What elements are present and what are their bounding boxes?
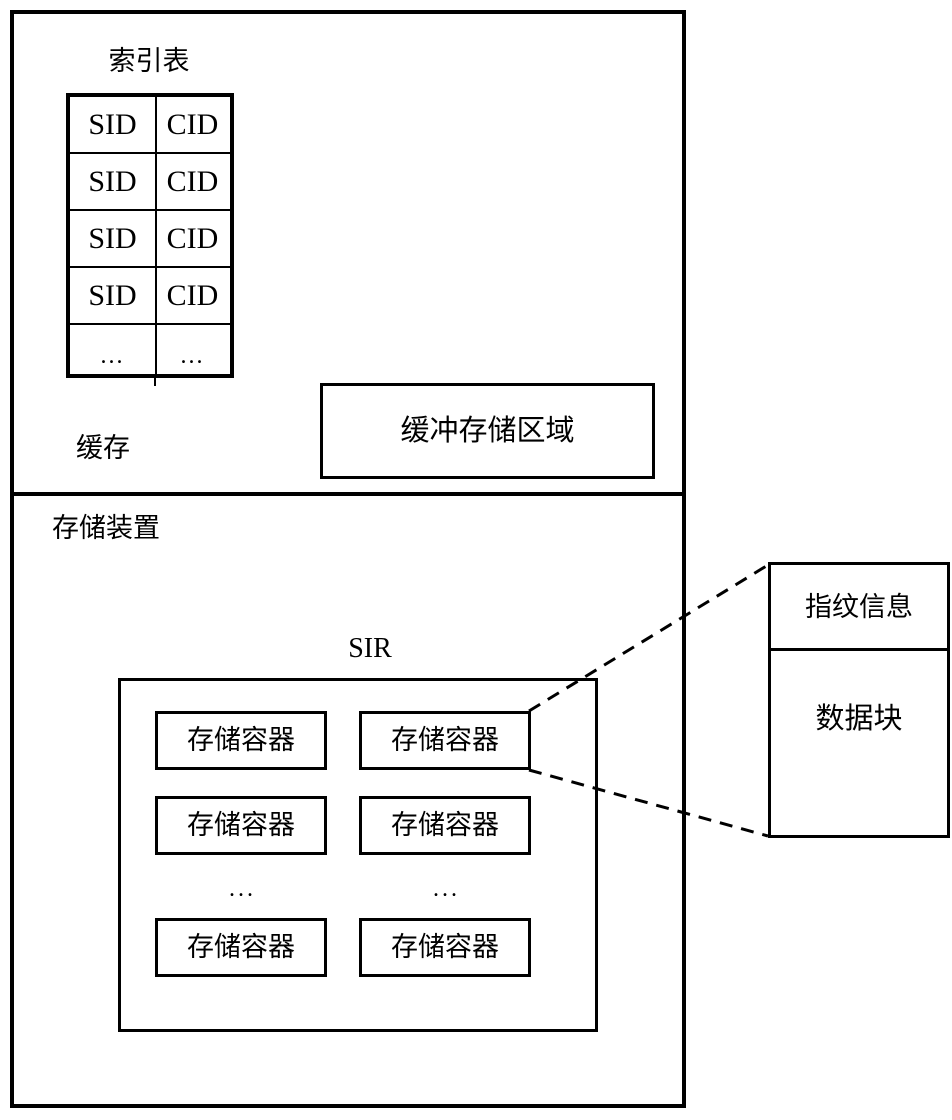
- storage-container: 存储容器: [155, 918, 327, 977]
- table-cell-cid: CID: [166, 278, 219, 312]
- table-cell-cid-ellipsis: ...: [180, 343, 205, 369]
- index-table: SID CID SID CID SID CID SID CID ... ...: [66, 93, 234, 378]
- table-column-divider-stub: [154, 378, 156, 386]
- storage-container-ellipsis-left: ...: [229, 876, 256, 902]
- storage-container: 存储容器: [155, 711, 327, 770]
- sir-title: SIR: [348, 633, 392, 664]
- storage-container-label: 存储容器: [187, 725, 295, 755]
- table-cell-cid: CID: [166, 164, 219, 198]
- storage-container-label: 存储容器: [187, 810, 295, 840]
- cache-label: 缓存: [76, 433, 130, 463]
- table-row: SID CID: [70, 211, 230, 266]
- storage-device-label: 存储装置: [52, 513, 160, 543]
- sir-box: 存储容器 存储容器 存储容器 存储容器 ... ... 存储容器 存储容器: [118, 678, 598, 1032]
- table-cell-cid: CID: [166, 107, 219, 141]
- data-block-section: 数据块: [771, 651, 947, 835]
- table-row: SID CID: [70, 154, 230, 209]
- table-cell-sid: SID: [88, 278, 137, 312]
- data-block-callout: 指纹信息 数据块: [768, 562, 950, 838]
- storage-container: 存储容器: [155, 796, 327, 855]
- table-row: SID CID: [70, 268, 230, 323]
- storage-container-label: 存储容器: [187, 932, 295, 962]
- region-divider: [10, 492, 686, 496]
- buffer-storage-area-label: 缓冲存储区域: [400, 414, 575, 447]
- storage-container: 存储容器: [359, 796, 531, 855]
- table-cell-sid: SID: [88, 221, 137, 255]
- buffer-storage-area-box: 缓冲存储区域: [320, 383, 655, 479]
- storage-container-ellipsis-right: ...: [433, 876, 460, 902]
- fingerprint-info-label: 指纹信息: [805, 591, 913, 622]
- index-table-title: 索引表: [108, 46, 190, 76]
- table-cell-sid: SID: [88, 164, 137, 198]
- table-cell-sid: SID: [88, 107, 137, 141]
- storage-container: 存储容器: [359, 918, 531, 977]
- fingerprint-info-section: 指纹信息: [771, 565, 947, 648]
- diagram-canvas: 索引表 SID CID SID CID SID CID SID CID ... …: [0, 0, 952, 1120]
- storage-container: 存储容器: [359, 711, 531, 770]
- storage-container-label: 存储容器: [391, 932, 499, 962]
- table-row: SID CID: [70, 97, 230, 152]
- data-block-label: 数据块: [815, 702, 903, 735]
- storage-container-label: 存储容器: [391, 810, 499, 840]
- table-cell-sid-ellipsis: ...: [100, 343, 125, 369]
- table-column-divider: [155, 97, 157, 374]
- storage-container-label: 存储容器: [391, 725, 499, 755]
- table-cell-cid: CID: [166, 221, 219, 255]
- table-row: ... ...: [70, 325, 230, 374]
